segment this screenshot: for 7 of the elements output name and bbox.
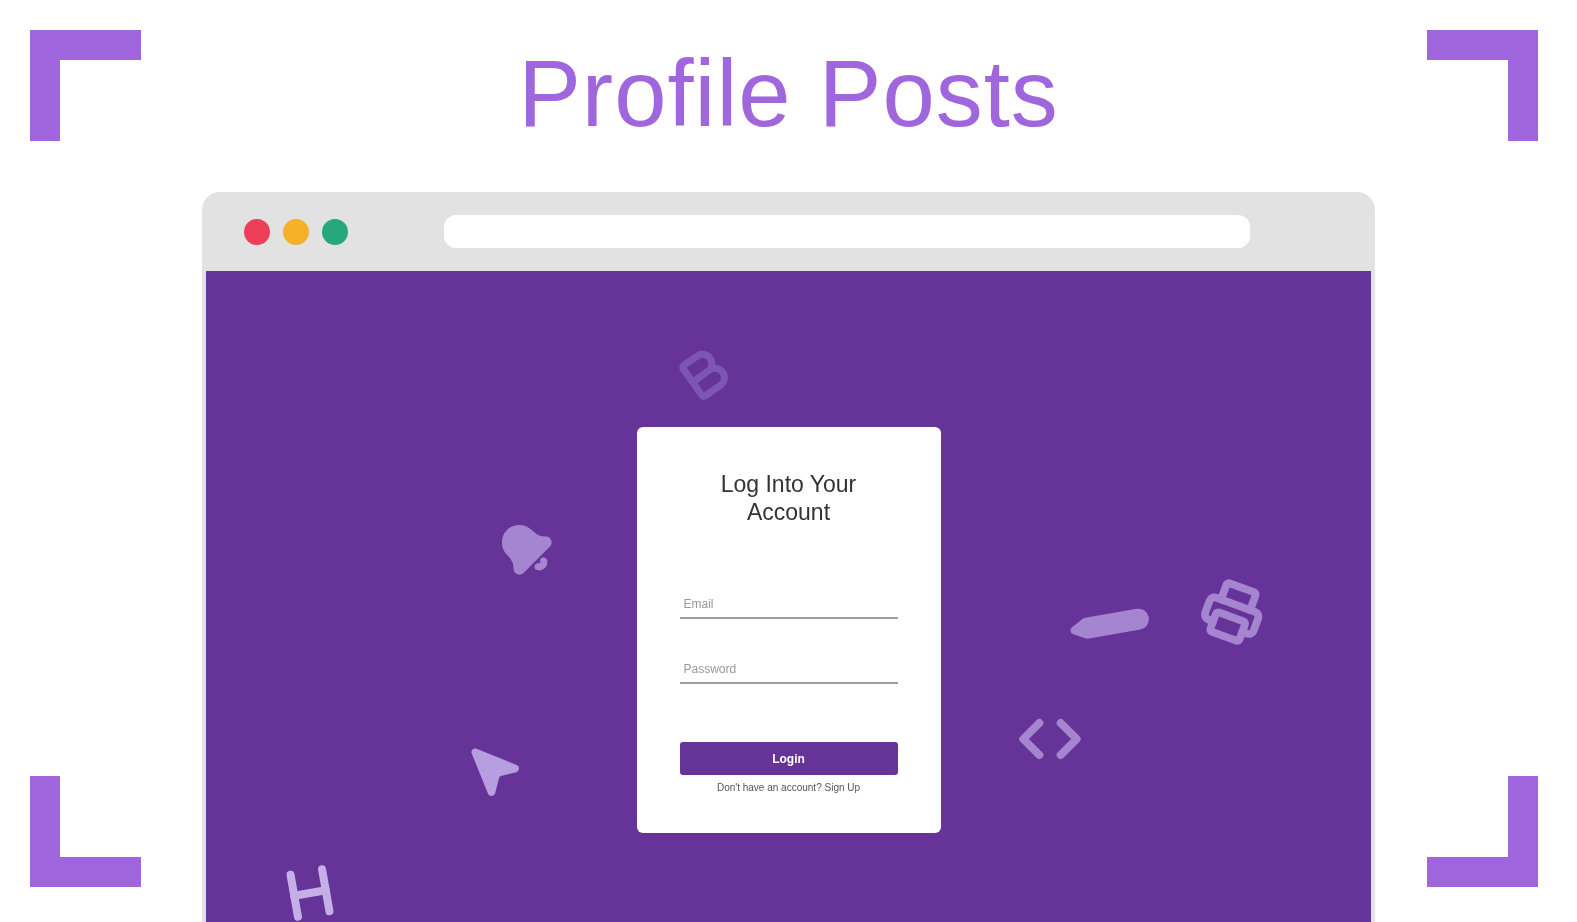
login-heading: Log Into Your Account <box>719 470 858 526</box>
login-button[interactable]: Login <box>679 742 898 775</box>
signup-prompt: Don't have an account? Sign Up <box>716 781 861 795</box>
input-field[interactable]: Email <box>679 581 898 619</box>
signup-link[interactable]: Sign Up <box>824 782 861 793</box>
input-field[interactable]: Password <box>679 646 898 684</box>
page-title: Profile Posts <box>518 40 1059 148</box>
